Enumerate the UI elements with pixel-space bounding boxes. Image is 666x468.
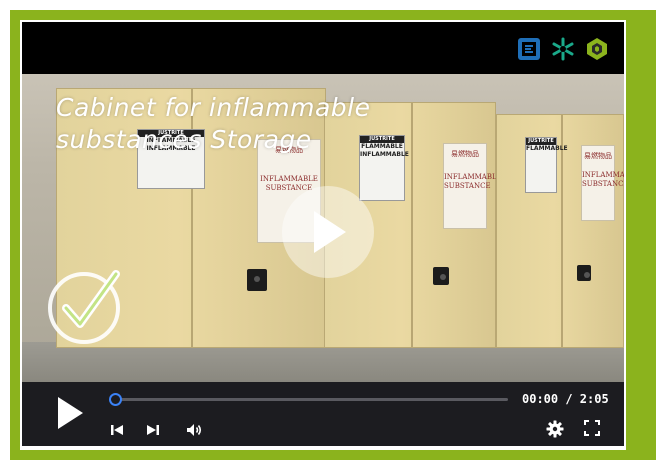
skip-next-icon bbox=[147, 425, 159, 435]
skip-next-button[interactable] bbox=[146, 422, 160, 441]
player-controls: 00:00 / 2:05 bbox=[22, 382, 624, 446]
settings-gear-icon bbox=[546, 420, 564, 438]
brand-logos bbox=[516, 36, 610, 62]
cabinet: JUSTRITE FLAMMABLE 易燃物品 INFLAMMABLE SUBS… bbox=[496, 114, 624, 348]
video-caption: Cabinet for inflammable substances Stora… bbox=[56, 93, 371, 154]
big-play-button[interactable] bbox=[282, 186, 374, 278]
volume-button[interactable] bbox=[186, 422, 204, 441]
skip-previous-icon bbox=[111, 425, 123, 435]
settings-button[interactable] bbox=[546, 420, 564, 442]
cabinet-label-card: 易燃物品 INFLAMMABLE SUBSTANCE bbox=[581, 145, 624, 221]
progress-handle[interactable] bbox=[109, 393, 122, 406]
time-display: 00:00 / 2:05 bbox=[522, 392, 609, 406]
player-topbar bbox=[22, 22, 624, 74]
cabinet-label-card: 易燃物品 INFLAMMABLE SUBSTANCE bbox=[443, 143, 502, 229]
hexagon-b-logo-icon bbox=[587, 38, 607, 60]
cabinet-sticker: JUSTRITE FLAMMABLE bbox=[525, 137, 568, 193]
video-player[interactable]: JUSTRITE INFLAMMABLE INFLAMMABLE 易燃物品 IN… bbox=[22, 22, 624, 446]
floor bbox=[22, 342, 624, 382]
cabinet-lock bbox=[577, 265, 591, 281]
cabinet-lock bbox=[247, 269, 267, 291]
progress-bar[interactable] bbox=[109, 393, 508, 406]
volume-icon bbox=[187, 424, 202, 436]
play-icon bbox=[314, 211, 346, 253]
video-frame[interactable]: JUSTRITE INFLAMMABLE INFLAMMABLE 易燃物品 IN… bbox=[22, 74, 624, 382]
snowflake-logo-icon bbox=[552, 37, 574, 61]
video-border: JUSTRITE INFLAMMABLE INFLAMMABLE 易燃物品 IN… bbox=[20, 20, 626, 450]
square-e-logo-icon bbox=[518, 38, 540, 60]
check-circle-icon bbox=[48, 270, 120, 344]
skip-previous-button[interactable] bbox=[110, 422, 124, 441]
play-button[interactable] bbox=[56, 396, 84, 434]
play-icon bbox=[58, 397, 83, 429]
fullscreen-icon bbox=[584, 420, 600, 436]
fullscreen-button[interactable] bbox=[584, 420, 600, 440]
cabinet-lock bbox=[433, 267, 449, 285]
